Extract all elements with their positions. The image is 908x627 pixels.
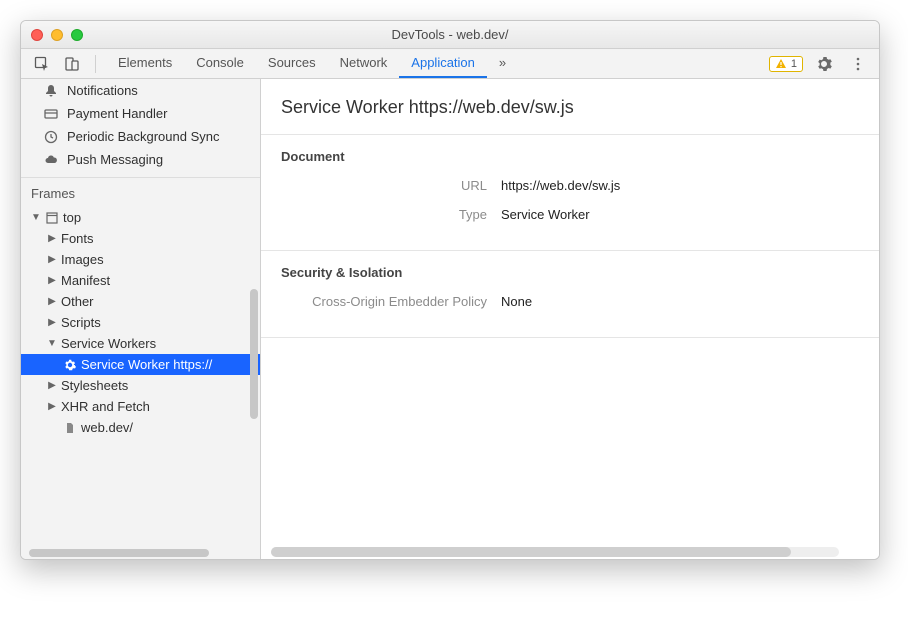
- tree-label: Stylesheets: [61, 378, 128, 393]
- disclosure-right-icon: ▶: [47, 275, 57, 286]
- frames-section-header: Frames: [21, 177, 260, 207]
- cloud-icon: [43, 153, 59, 167]
- warnings-badge[interactable]: 1: [769, 56, 803, 72]
- bell-icon: [43, 84, 59, 98]
- main-horizontal-scrollbar[interactable]: [261, 545, 879, 559]
- credit-card-icon: [43, 107, 59, 121]
- disclosure-right-icon: ▶: [47, 254, 57, 265]
- coep-value: None: [501, 294, 532, 309]
- settings-icon[interactable]: [811, 51, 837, 77]
- panel-tabs: Elements Console Sources Network Applica…: [106, 49, 518, 78]
- disclosure-down-icon: ▼: [47, 338, 57, 349]
- kv-coep: Cross-Origin Embedder Policy None: [281, 294, 859, 309]
- zoom-window-button[interactable]: [71, 29, 83, 41]
- tree-row-scripts[interactable]: ▶ Scripts: [21, 312, 260, 333]
- url-label: URL: [281, 178, 501, 193]
- type-value: Service Worker: [501, 207, 590, 222]
- content-area: Notifications Payment Handler Periodic B…: [21, 79, 879, 559]
- inspect-element-icon[interactable]: [29, 51, 55, 77]
- tree-row-xhr-fetch[interactable]: ▶ XHR and Fetch: [21, 396, 260, 417]
- disclosure-right-icon: ▶: [47, 317, 57, 328]
- minimize-window-button[interactable]: [51, 29, 63, 41]
- tree-row-fonts[interactable]: ▶ Fonts: [21, 228, 260, 249]
- tree-row-images[interactable]: ▶ Images: [21, 249, 260, 270]
- sidebar-item-payment-handler[interactable]: Payment Handler: [21, 102, 260, 125]
- sidebar-label: Periodic Background Sync: [67, 129, 219, 144]
- application-sidebar: Notifications Payment Handler Periodic B…: [21, 79, 261, 559]
- toolbar-right: 1: [769, 51, 871, 77]
- sidebar-item-push-messaging[interactable]: Push Messaging: [21, 148, 260, 171]
- sidebar-label: Push Messaging: [67, 152, 163, 167]
- tree-label: Scripts: [61, 315, 101, 330]
- tree-label: web.dev/: [81, 420, 133, 435]
- tree-label: Images: [61, 252, 104, 267]
- disclosure-right-icon: ▶: [47, 380, 57, 391]
- tree-label: Fonts: [61, 231, 94, 246]
- tree-row-other[interactable]: ▶ Other: [21, 291, 260, 312]
- main-title: Service Worker https://web.dev/sw.js: [261, 79, 879, 135]
- document-block: Document URL https://web.dev/sw.js Type …: [261, 135, 879, 251]
- disclosure-right-icon: ▶: [47, 296, 57, 307]
- sidebar-label: Payment Handler: [67, 106, 167, 121]
- gear-icon: [63, 359, 77, 371]
- type-label: Type: [281, 207, 501, 222]
- sidebar-item-periodic-sync[interactable]: Periodic Background Sync: [21, 125, 260, 148]
- device-toolbar-icon[interactable]: [59, 51, 85, 77]
- tree-row-top[interactable]: ▼ top: [21, 207, 260, 228]
- devtools-window: DevTools - web.dev/ Elements Console Sou…: [20, 20, 880, 560]
- window-title: DevTools - web.dev/: [21, 27, 879, 42]
- sidebar-item-notifications[interactable]: Notifications: [21, 79, 260, 102]
- disclosure-right-icon: ▶: [47, 233, 57, 244]
- tree-label: Service Workers: [61, 336, 156, 351]
- sidebar-vertical-scrollbar[interactable]: [250, 289, 258, 419]
- disclosure-right-icon: ▶: [47, 401, 57, 412]
- clock-icon: [43, 130, 59, 144]
- tree-row-webdev[interactable]: web.dev/: [21, 417, 260, 438]
- tree-label: Other: [61, 294, 94, 309]
- main-panel: Service Worker https://web.dev/sw.js Doc…: [261, 79, 879, 559]
- traffic-lights: [31, 29, 83, 41]
- devtools-toolbar: Elements Console Sources Network Applica…: [21, 49, 879, 79]
- tab-application[interactable]: Application: [399, 49, 487, 78]
- tree-row-manifest[interactable]: ▶ Manifest: [21, 270, 260, 291]
- tree-label: XHR and Fetch: [61, 399, 150, 414]
- sidebar-label: Notifications: [67, 83, 138, 98]
- tree-label: Service Worker https://: [81, 357, 212, 372]
- document-header: Document: [281, 149, 859, 164]
- tree-label: top: [63, 210, 81, 225]
- frame-icon: [45, 212, 59, 224]
- tree-row-service-workers[interactable]: ▼ Service Workers: [21, 333, 260, 354]
- tree-row-stylesheets[interactable]: ▶ Stylesheets: [21, 375, 260, 396]
- security-header: Security & Isolation: [281, 265, 859, 280]
- tab-sources[interactable]: Sources: [256, 49, 328, 78]
- tab-overflow[interactable]: »: [487, 49, 518, 78]
- sidebar-horizontal-scrollbar[interactable]: [21, 547, 260, 559]
- window-titlebar: DevTools - web.dev/: [21, 21, 879, 49]
- warnings-count: 1: [791, 58, 797, 70]
- toolbar-divider: [95, 55, 96, 73]
- kv-type: Type Service Worker: [281, 207, 859, 222]
- tree-row-service-worker-leaf[interactable]: Service Worker https://: [21, 354, 260, 375]
- security-block: Security & Isolation Cross-Origin Embedd…: [261, 251, 879, 338]
- kv-url: URL https://web.dev/sw.js: [281, 178, 859, 193]
- tab-elements[interactable]: Elements: [106, 49, 184, 78]
- url-value: https://web.dev/sw.js: [501, 178, 620, 193]
- tab-network[interactable]: Network: [328, 49, 400, 78]
- tree-label: Manifest: [61, 273, 110, 288]
- more-menu-icon[interactable]: [845, 51, 871, 77]
- disclosure-down-icon: ▼: [31, 212, 41, 223]
- document-icon: [63, 422, 77, 434]
- tab-console[interactable]: Console: [184, 49, 256, 78]
- coep-label: Cross-Origin Embedder Policy: [281, 294, 501, 309]
- close-window-button[interactable]: [31, 29, 43, 41]
